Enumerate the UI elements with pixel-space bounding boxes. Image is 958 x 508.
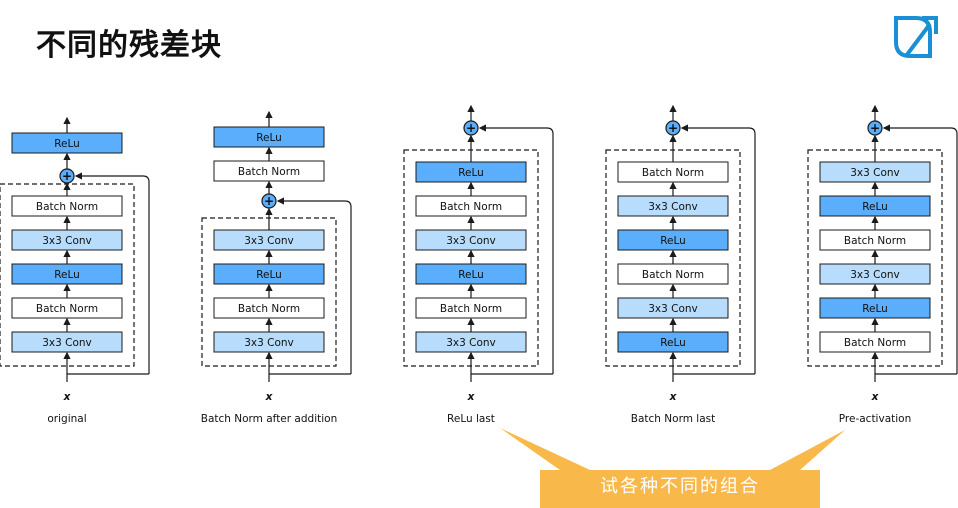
variant-pre-activation: Pre-activation x 3x3 Conv ReLu Batch Norm 3x3… <box>807 104 958 425</box>
layer-block-label: ReLu <box>54 138 80 150</box>
variant-original: original x Batch Norm 3x3 Conv ReLu Batch Nor… <box>0 116 150 425</box>
layer-block-label: ReLu <box>862 303 888 315</box>
variant-batch-norm-last: Batch Norm last x Batch Norm 3x3 Conv ReLu Ba… <box>605 104 756 425</box>
residual-blocks-diagram: originalxBatch Norm3x3 ConvReLuBatch Nor… <box>0 104 958 508</box>
layer-block-label: Batch Norm <box>844 235 906 247</box>
layer-block-label: ReLu <box>660 337 686 349</box>
addition-symbol: + <box>466 121 476 135</box>
layer-block-label: Batch Norm <box>238 303 300 315</box>
input-x-label: x <box>669 391 678 403</box>
layer-block-label: ReLu <box>660 235 686 247</box>
variant-caption: Batch Norm after addition <box>201 413 337 425</box>
input-x-label: x <box>467 391 476 403</box>
layer-block-label: ReLu <box>256 269 282 281</box>
addition-symbol: + <box>668 121 678 135</box>
variant-caption: original <box>47 413 86 425</box>
layer-block-label: Batch Norm <box>440 303 502 315</box>
layer-block-label: ReLu <box>256 132 282 144</box>
layer-block-label: 3x3 Conv <box>648 303 698 315</box>
layer-block-label: 3x3 Conv <box>850 167 900 179</box>
input-x-label: x <box>871 391 880 403</box>
layer-block-label: ReLu <box>54 269 80 281</box>
layer-block-label: Batch Norm <box>844 337 906 349</box>
variants-layer: originalxBatch Norm3x3 ConvReLuBatch Nor… <box>0 104 958 425</box>
addition-symbol: + <box>264 194 274 208</box>
layer-block-label: Batch Norm <box>238 166 300 178</box>
layer-block-label: Batch Norm <box>36 201 98 213</box>
layer-block-label: ReLu <box>458 269 484 281</box>
layer-block-label: 3x3 Conv <box>648 201 698 213</box>
layer-block-label: 3x3 Conv <box>42 337 92 349</box>
layer-block-label: Batch Norm <box>440 201 502 213</box>
input-x-label: x <box>265 391 274 403</box>
variant-batch-norm-after-addition: Batch Norm after addition x 3x3 Conv ReLu Ba… <box>201 110 352 425</box>
layer-block-label: 3x3 Conv <box>244 235 294 247</box>
layer-block-label: 3x3 Conv <box>42 235 92 247</box>
variant-caption: Pre-activation <box>839 413 912 425</box>
variant-relu-last: ReLu last x ReLu Batch Norm 3x3 Conv ReLu Batc… <box>403 104 554 425</box>
addition-symbol: + <box>62 169 72 183</box>
layer-block-label: Batch Norm <box>642 269 704 281</box>
callout-text: 试各种不同的组合 <box>600 476 760 497</box>
layer-block-label: Batch Norm <box>36 303 98 315</box>
layer-block-label: 3x3 Conv <box>244 337 294 349</box>
layer-block-label: ReLu <box>862 201 888 213</box>
layer-block-label: 3x3 Conv <box>446 235 496 247</box>
layer-block-label: 3x3 Conv <box>446 337 496 349</box>
addition-symbol: + <box>870 121 880 135</box>
layer-block-label: ReLu <box>458 167 484 179</box>
variant-caption: ReLu last <box>447 413 495 425</box>
layer-block-label: 3x3 Conv <box>850 269 900 281</box>
input-x-label: x <box>63 391 72 403</box>
variant-caption: Batch Norm last <box>631 413 715 425</box>
layer-block-label: Batch Norm <box>642 167 704 179</box>
